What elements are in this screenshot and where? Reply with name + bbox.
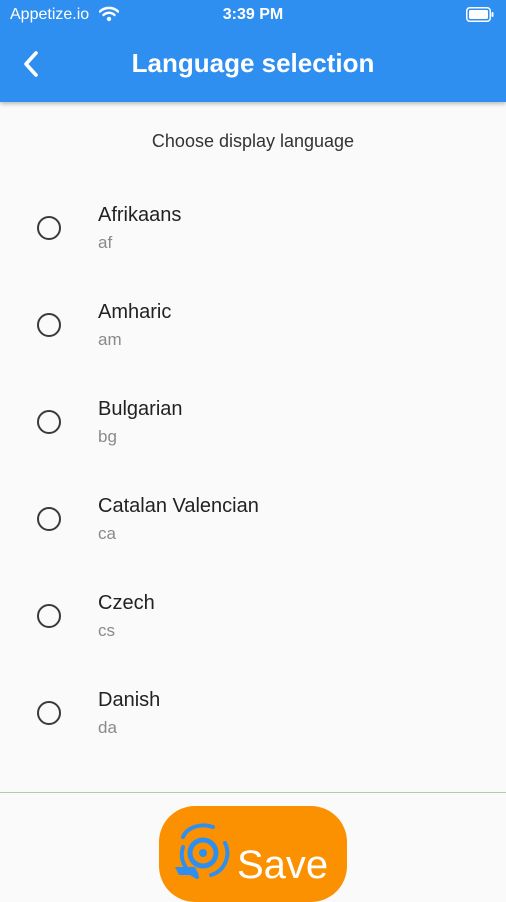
- language-code: cs: [98, 621, 115, 640]
- save-icon: [175, 823, 233, 888]
- language-name: Danish: [98, 689, 161, 711]
- language-option-am[interactable]: Amharic am: [0, 277, 506, 374]
- radio-button[interactable]: [37, 313, 61, 337]
- page-subtitle: Choose display language: [151, 131, 355, 151]
- status-time: 3:39 PM: [222, 6, 284, 23]
- language-option-cs[interactable]: Czech cs: [0, 568, 506, 665]
- save-button-label: Save: [237, 843, 329, 887]
- app-header: Appetize.io 3:39 PM Language selection: [0, 0, 506, 102]
- battery-icon: [466, 7, 494, 27]
- language-code: ca: [98, 524, 116, 543]
- language-code: am: [98, 330, 122, 349]
- language-option-da[interactable]: Danish da: [0, 665, 506, 762]
- language-option-bg[interactable]: Bulgarian bg: [0, 374, 506, 471]
- page-title: Language selection: [131, 48, 375, 78]
- radio-button[interactable]: [37, 410, 61, 434]
- language-code: da: [98, 718, 117, 737]
- language-list: Afrikaans af Amharic am Bulgarian bg Cat…: [0, 180, 506, 762]
- language-name: Afrikaans: [98, 204, 182, 226]
- radio-button[interactable]: [37, 701, 61, 725]
- radio-button[interactable]: [37, 216, 61, 240]
- language-name: Catalan Valencian: [98, 495, 259, 517]
- divider: [0, 792, 506, 793]
- language-name: Czech: [98, 592, 155, 614]
- language-code: bg: [98, 427, 117, 446]
- language-option-ca[interactable]: Catalan Valencian ca: [0, 471, 506, 568]
- radio-button[interactable]: [37, 507, 61, 531]
- language-code: af: [98, 233, 113, 252]
- language-name: Bulgarian: [98, 398, 183, 420]
- status-bar: Appetize.io 3:39 PM: [0, 0, 506, 30]
- radio-button[interactable]: [37, 604, 61, 628]
- language-option-af[interactable]: Afrikaans af: [0, 180, 506, 277]
- language-name: Amharic: [98, 301, 172, 323]
- save-button[interactable]: Save: [159, 806, 347, 902]
